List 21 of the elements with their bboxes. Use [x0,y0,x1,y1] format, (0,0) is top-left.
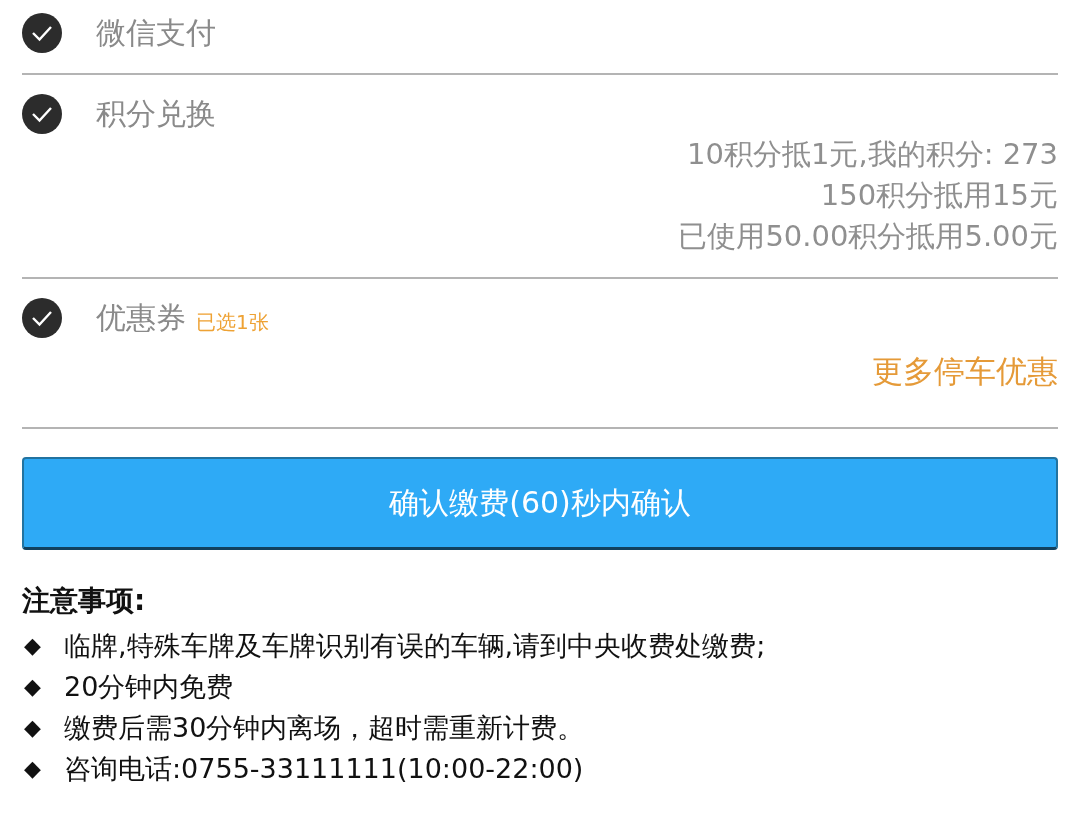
note-text: 咨询电话:0755-33111111(10:00-22:00) [64,752,584,786]
diamond-bullet-icon: ◆ [24,633,41,658]
diamond-bullet-icon: ◆ [24,756,41,781]
option-label: 微信支付 [96,14,216,52]
diamond-bullet-icon: ◆ [24,674,41,699]
note-text: 20分钟内免费 [64,670,234,704]
notes-heading: 注意事项: [22,583,146,619]
note-text: 临牌,特殊车牌及车牌识别有误的车辆,请到中央收费处缴费; [64,629,766,663]
points-info-text: 已使用50.00积分抵用5.00元 [678,218,1058,255]
check-circle-icon[interactable] [22,298,62,338]
diamond-bullet-icon: ◆ [24,715,41,740]
more-parking-offers-link[interactable]: 更多停车优惠 [872,351,1058,392]
note-text: 缴费后需30分钟内离场，超时需重新计费。 [64,711,585,745]
check-circle-icon[interactable] [22,13,62,53]
option-label: 积分兑换 [96,95,216,133]
selected-count-text: 已选1张 [196,309,269,335]
confirm-payment-button[interactable]: 确认缴费(60)秒内确认 [22,457,1058,550]
option-label: 优惠券 [96,299,186,337]
check-circle-icon[interactable] [22,94,62,134]
points-info-text: 10积分抵1元,我的积分: 273 [687,136,1058,173]
points-info-text: 150积分抵用15元 [820,177,1058,214]
